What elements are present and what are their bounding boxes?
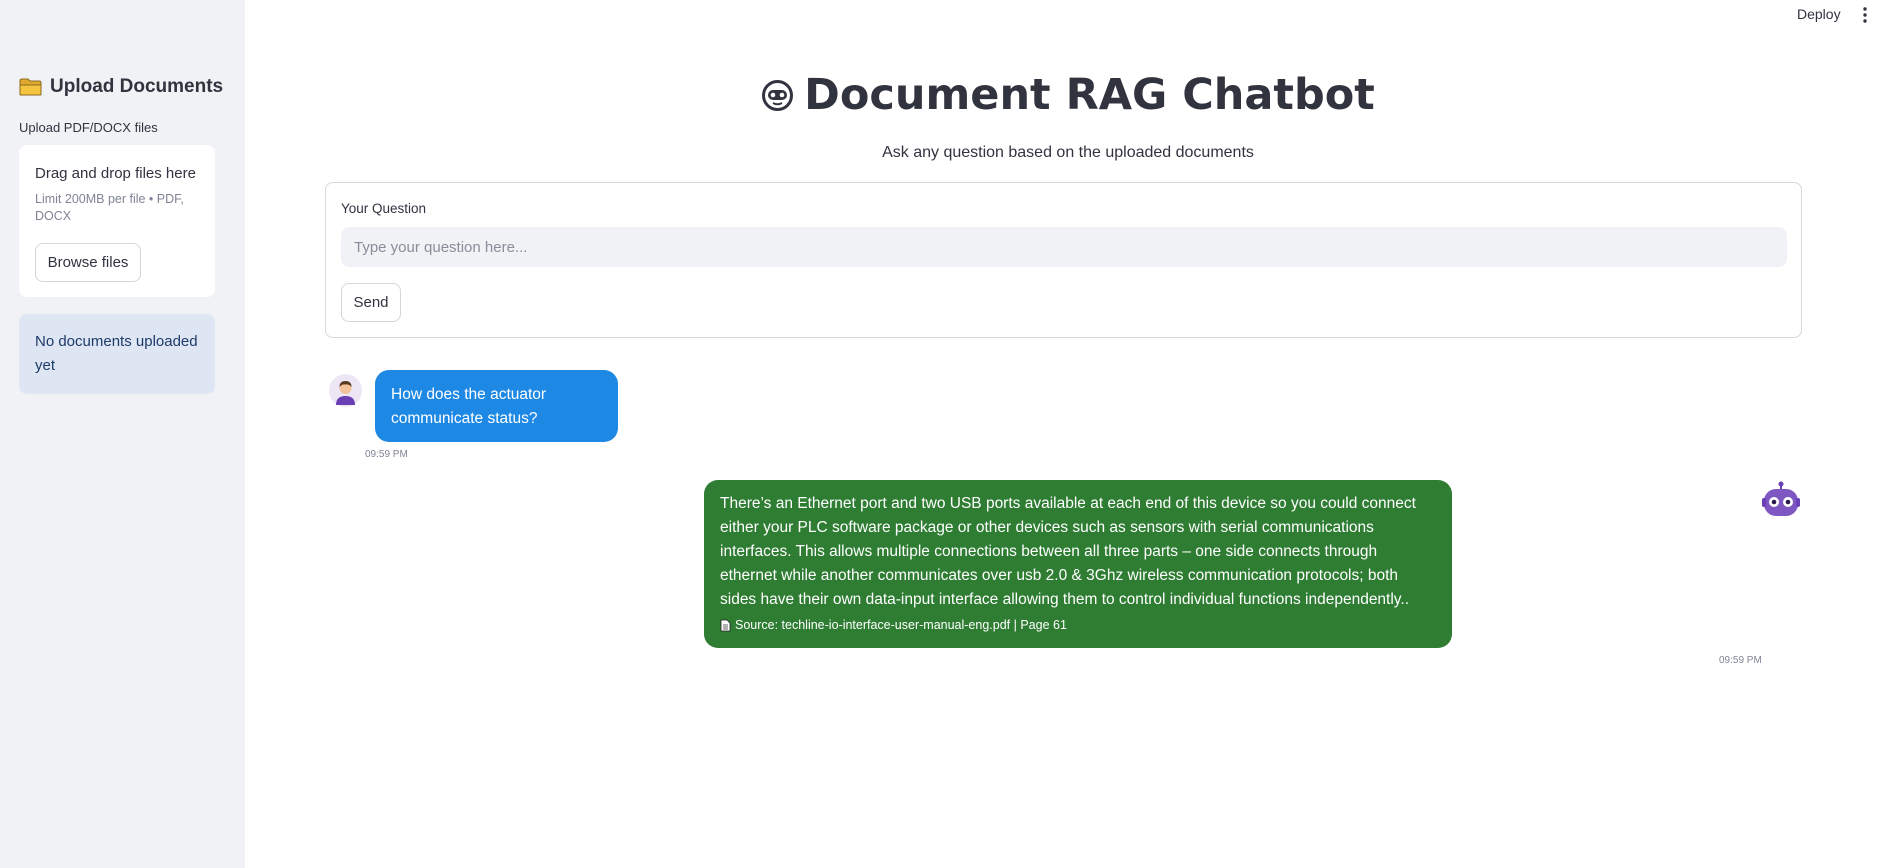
question-input[interactable] [341, 227, 1787, 267]
sidebar-header-label: Upload Documents [50, 76, 224, 97]
dropzone-limit: Limit 200MB per file • PDF, DOCX [35, 192, 184, 223]
question-label: Your Question [341, 201, 427, 216]
send-button[interactable]: Send [341, 283, 401, 322]
no-documents-info: No documents uploaded yet [19, 314, 215, 394]
kebab-menu-icon[interactable] [1857, 6, 1873, 24]
upload-label: Upload PDF/DOCX files [19, 120, 158, 135]
bot-source-text: Source: techline-io-interface-user-manua… [735, 618, 1067, 632]
bot-message-source: Source: techline-io-interface-user-manua… [720, 616, 1436, 634]
browse-files-button[interactable]: Browse files [35, 243, 141, 282]
robot-face-icon [762, 79, 794, 111]
robot-avatar-icon [1762, 481, 1800, 516]
page-title-text: Document RAG Chatbot [804, 70, 1375, 120]
page-title: Document RAG Chatbot [245, 70, 1891, 120]
bot-message-bubble: There’s an Ethernet port and two USB por… [704, 480, 1452, 648]
sidebar: Upload Documents Upload PDF/DOCX files D… [0, 0, 245, 868]
question-form: Your Question Send [325, 182, 1802, 338]
sidebar-header: Upload Documents [19, 76, 223, 98]
user-message-bubble: How does the actuator communicate status… [375, 370, 618, 442]
document-icon [720, 619, 731, 631]
page-subtitle: Ask any question based on the uploaded d… [882, 144, 1254, 161]
user-message-time: 09:59 PM [365, 449, 408, 460]
folder-icon [19, 78, 42, 96]
bot-message-text: There’s an Ethernet port and two USB por… [720, 495, 1416, 608]
dropzone-title: Drag and drop files here [35, 165, 196, 182]
file-dropzone[interactable]: Drag and drop files here Limit 200MB per… [19, 145, 215, 297]
bot-message-time: 09:59 PM [1719, 655, 1762, 666]
user-avatar-icon [329, 374, 362, 407]
deploy-button[interactable]: Deploy [1797, 6, 1841, 22]
